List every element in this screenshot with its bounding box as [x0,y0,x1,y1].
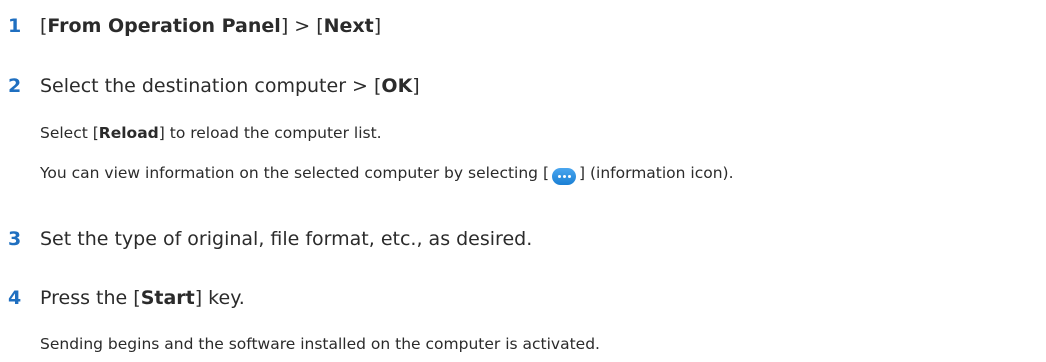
step-3: 3 Set the type of original, file format,… [0,228,532,250]
button-name-reload: Reload [98,124,159,142]
button-name-next: Next [323,15,374,37]
step-2: 2 Select the destination computer > [OK] [0,75,420,97]
button-name-from-operation-panel: From Operation Panel [47,15,281,37]
button-name-ok: OK [381,75,413,97]
step-2-note-information: You can view information on the selected… [40,164,734,185]
step-4-note: Sending begins and the software installe… [40,335,600,353]
step-number: 3 [8,228,22,250]
information-icon [552,167,576,185]
step-text: Set the type of original, file format, e… [40,228,533,250]
step-2-note-reload: Select [Reload] to reload the computer l… [40,124,382,142]
step-text: [From Operation Panel] > [Next] [40,15,382,37]
step-text: Press the [Start] key. [40,287,245,309]
step-number: 4 [8,287,22,309]
step-number: 2 [8,75,22,97]
step-text: Select the destination computer > [OK] [40,75,420,97]
key-name-start: Start [140,287,195,309]
step-4: 4 Press the [Start] key. [0,287,245,309]
step-number: 1 [8,15,22,37]
step-1: 1 [From Operation Panel] > [Next] [0,15,381,37]
